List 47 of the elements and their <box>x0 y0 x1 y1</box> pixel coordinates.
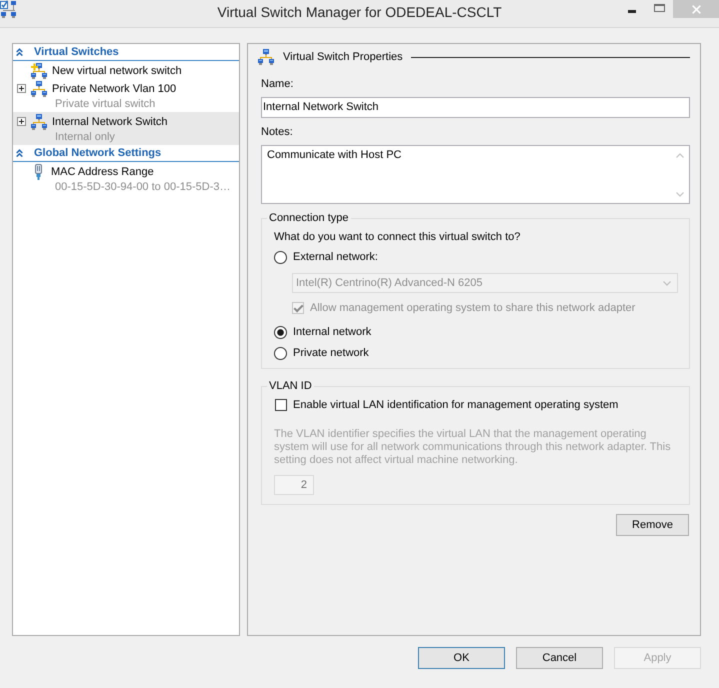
option-label: External network: <box>293 251 378 263</box>
group-legend: Connection type <box>267 211 350 225</box>
plus-box-icon[interactable] <box>17 84 26 93</box>
plus-box-icon[interactable] <box>17 117 26 126</box>
checkbox-label: Enable virtual LAN identification for management operating system <box>293 399 618 411</box>
item-subtitle: Private virtual switch <box>55 98 156 110</box>
name-field[interactable]: Internal Network Switch <box>261 97 690 118</box>
field-label: Notes: <box>261 125 294 139</box>
item-label: New virtual network switch <box>52 64 182 78</box>
tree-item[interactable]: Private Network Vlan 100 Private virtual switch <box>13 79 239 112</box>
field-label: Name: <box>261 77 294 91</box>
window-title: Virtual Switch Manager for ODEDEAL-CSCLT <box>217 3 502 21</box>
description-text: The VLAN identifier specifies the virtual LAN that the management operating system will use for all network communications through this network adapter. This setting does not affect virtual machine networking. <box>274 428 672 467</box>
chevron-up-icon[interactable] <box>16 149 23 157</box>
tree-item[interactable]: New virtual network switch <box>13 61 239 79</box>
dialog-button[interactable]: OK <box>418 647 505 669</box>
chevron-down-icon <box>663 280 671 286</box>
group-legend: VLAN ID <box>267 379 314 393</box>
network-icon <box>31 80 47 96</box>
section-title: Virtual Switches <box>34 45 119 59</box>
plug-icon <box>34 164 43 180</box>
item-label: MAC Address Range <box>51 164 154 178</box>
item-label: Private Network Vlan 100 <box>52 82 176 96</box>
option-label: Internal network <box>293 326 372 338</box>
radio-button[interactable] <box>274 250 287 264</box>
checkbox[interactable] <box>275 399 287 411</box>
tree-item[interactable]: Internal Network Switch Internal only <box>13 112 239 145</box>
network-plus-icon <box>31 62 47 78</box>
network-icon <box>31 114 47 130</box>
radio-button[interactable] <box>274 346 287 360</box>
maximize-icon[interactable] <box>654 4 665 12</box>
network-checkmark-icon <box>0 0 17 18</box>
close-icon <box>692 4 700 14</box>
radio-button[interactable] <box>274 326 287 338</box>
dialog-button[interactable]: Cancel <box>516 647 603 669</box>
tree-item[interactable]: MAC Address Range 00-15-5D-30-94-00 to 00-15-5D-3… <box>13 162 239 195</box>
item-subtitle: Internal only <box>55 131 115 143</box>
item-label: Internal Network Switch <box>52 114 168 128</box>
remove-button[interactable]: Remove <box>616 514 689 536</box>
panel-title: Virtual Switch Properties <box>283 51 403 63</box>
network-icon <box>258 49 274 65</box>
item-subtitle: 00-15-5D-30-94-00 to 00-15-5D-3… <box>55 181 230 193</box>
section-title: Global Network Settings <box>34 146 162 160</box>
checkbox-label: Allow management operating system to share this network adapter <box>310 302 636 314</box>
chevron-up-icon[interactable] <box>16 48 23 56</box>
question-text: What do you want to connect this virtual switch to? <box>274 230 522 244</box>
option-label: Private network <box>293 347 369 359</box>
